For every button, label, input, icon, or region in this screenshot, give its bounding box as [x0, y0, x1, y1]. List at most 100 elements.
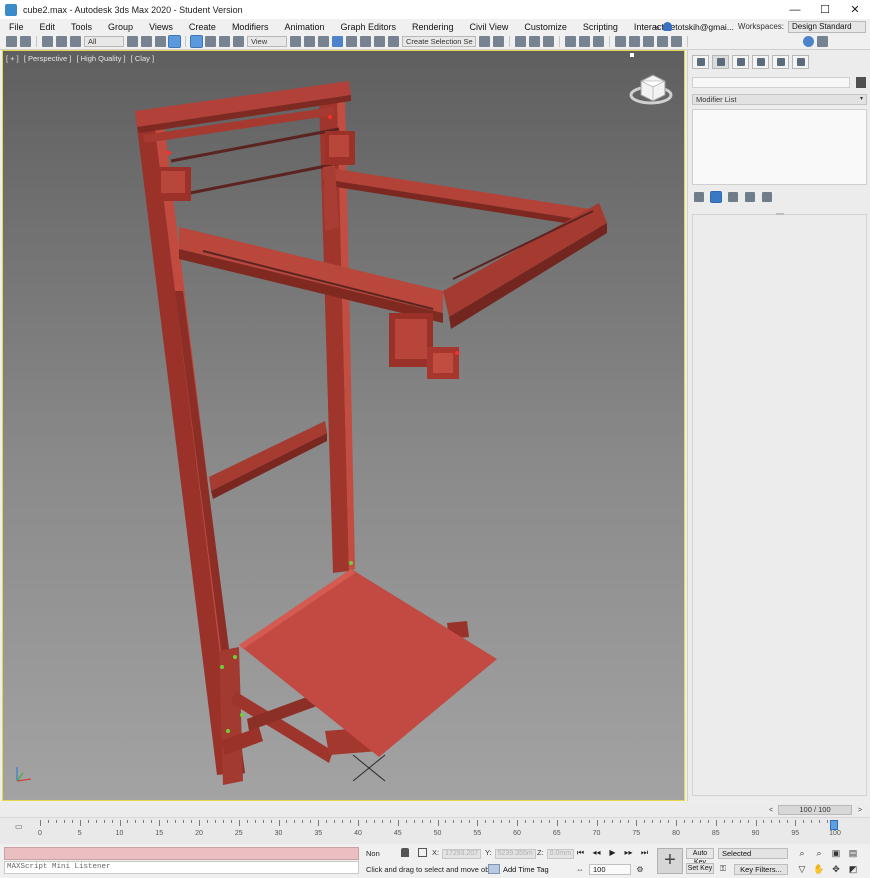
- maximize-viewport-icon[interactable]: ◩: [847, 864, 859, 875]
- pivot-center-icon[interactable]: [290, 36, 301, 47]
- pan-icon[interactable]: ✋: [813, 864, 825, 875]
- menu-customize[interactable]: Customize: [516, 22, 575, 32]
- render-iterative-icon[interactable]: [671, 36, 682, 47]
- zoom-extents-icon[interactable]: ▣: [830, 848, 842, 859]
- set-key-button[interactable]: Set Key: [686, 863, 714, 874]
- menu-graph-editors[interactable]: Graph Editors: [332, 22, 404, 32]
- current-frame-marker[interactable]: [830, 820, 838, 830]
- key-mode-icon[interactable]: ⇔: [575, 865, 585, 875]
- toolbar-extra-icon[interactable]: [817, 36, 828, 47]
- modifier-stack[interactable]: [692, 109, 867, 185]
- key-filter-icon[interactable]: ⚿: [720, 864, 730, 874]
- object-name-field[interactable]: [692, 77, 850, 88]
- time-slider-thumb[interactable]: 100 / 100: [778, 805, 852, 815]
- material-editor-icon[interactable]: [593, 36, 604, 47]
- tab-modify[interactable]: [712, 55, 729, 69]
- track-bar[interactable]: ▭ 0 5 10 15 20 25 30 35 40 45 50 55 60 65 70 75 80 85 90 95…: [0, 817, 870, 844]
- place-icon[interactable]: [233, 36, 244, 47]
- time-slider[interactable]: < 100 / 100 >: [0, 803, 870, 817]
- zoom-all-icon[interactable]: ⌕: [813, 848, 825, 859]
- track-ruler[interactable]: 0 5 10 15 20 25 30 35 40 45 50 55 60 65 70 75 80 85 90 95 10…: [38, 820, 841, 837]
- key-filters-button[interactable]: Key Filters...: [734, 864, 788, 875]
- tab-motion[interactable]: [752, 55, 769, 69]
- configure-modifier-sets-icon[interactable]: [762, 192, 772, 202]
- menu-rendering[interactable]: Rendering: [404, 22, 462, 32]
- rendered-frame-window-icon[interactable]: [629, 36, 640, 47]
- time-prev-button[interactable]: <: [766, 805, 776, 815]
- mirror-icon[interactable]: [479, 36, 490, 47]
- absolute-mode-icon[interactable]: [418, 848, 427, 857]
- autodesk-a360-icon[interactable]: [803, 36, 814, 47]
- zoom-extents-all-icon[interactable]: ▤: [847, 848, 859, 859]
- rectangular-selection-icon[interactable]: [155, 36, 166, 47]
- menu-edit[interactable]: Edit: [32, 22, 64, 32]
- user-account[interactable]: totskih@gmai...: [663, 22, 734, 32]
- lock-icon[interactable]: [401, 848, 409, 857]
- menu-scripting[interactable]: Scripting: [575, 22, 626, 32]
- previous-frame-icon[interactable]: ◂◂: [591, 848, 602, 858]
- ribbon-icon[interactable]: [543, 36, 554, 47]
- layer-explorer-icon[interactable]: [529, 36, 540, 47]
- object-color-swatch[interactable]: [856, 77, 866, 88]
- move-icon[interactable]: [190, 35, 203, 48]
- menu-modifiers[interactable]: Modifiers: [224, 22, 277, 32]
- menu-overflow-button[interactable]: »: [654, 22, 659, 32]
- perspective-viewport[interactable]: [ + ] [ Perspective ] [ High Quality ] […: [2, 50, 685, 801]
- remove-modifier-icon[interactable]: [745, 192, 755, 202]
- render-setup-icon[interactable]: [615, 36, 626, 47]
- maxscript-output[interactable]: [4, 847, 359, 860]
- align-icon[interactable]: [493, 36, 504, 47]
- workspace-select[interactable]: Design Standard: [788, 20, 866, 33]
- menu-group[interactable]: Group: [100, 22, 141, 32]
- scale-icon[interactable]: [219, 36, 230, 47]
- bind-space-warp-icon[interactable]: [70, 36, 81, 47]
- named-selection-select[interactable]: Create Selection Se: [402, 36, 476, 47]
- viewcube[interactable]: [629, 53, 673, 105]
- zoom-icon[interactable]: ⌕: [796, 848, 808, 859]
- x-field[interactable]: 17293.207: [442, 849, 482, 859]
- z-field[interactable]: 0.0mm: [546, 849, 575, 859]
- add-time-tag[interactable]: Add Time Tag: [488, 864, 549, 874]
- undo-icon[interactable]: [6, 36, 17, 47]
- time-configuration-icon[interactable]: ⚙: [635, 865, 645, 875]
- maxscript-listener[interactable]: MAXScript Mini Listener: [4, 861, 359, 874]
- auto-key-button[interactable]: Auto Key: [686, 848, 714, 866]
- tab-create[interactable]: [692, 55, 709, 69]
- tab-utilities[interactable]: [792, 55, 809, 69]
- menu-animation[interactable]: Animation: [276, 22, 332, 32]
- link-icon[interactable]: [42, 36, 53, 47]
- time-next-button[interactable]: >: [855, 805, 865, 815]
- tab-display[interactable]: [772, 55, 789, 69]
- rollout-grip[interactable]: [776, 213, 784, 215]
- percent-snap-icon[interactable]: [360, 36, 371, 47]
- render-production-icon[interactable]: [643, 36, 654, 47]
- angle-snap-icon[interactable]: [346, 36, 357, 47]
- orbit-icon[interactable]: ✥: [830, 864, 842, 875]
- rotate-icon[interactable]: [205, 36, 216, 47]
- close-button[interactable]: ✕: [840, 0, 870, 19]
- scene-explorer-icon[interactable]: [515, 36, 526, 47]
- go-to-end-icon[interactable]: ⏭: [639, 848, 650, 858]
- schematic-view-icon[interactable]: [579, 36, 590, 47]
- keyboard-shortcut-icon[interactable]: [318, 36, 329, 47]
- menu-file[interactable]: File: [0, 22, 32, 32]
- filter-icon[interactable]: ▭: [15, 822, 24, 831]
- play-icon[interactable]: ▶: [607, 848, 618, 858]
- set-keys-icon[interactable]: +: [657, 848, 683, 874]
- go-to-start-icon[interactable]: ⏮: [575, 848, 586, 858]
- spinner-snap-icon[interactable]: [374, 36, 385, 47]
- y-field[interactable]: 5239.355m: [494, 849, 536, 859]
- edit-named-selection-icon[interactable]: [388, 36, 399, 47]
- modifier-list-select[interactable]: Modifier List ▾: [692, 94, 867, 105]
- unlink-icon[interactable]: [56, 36, 67, 47]
- reference-coordinate-select[interactable]: View: [247, 36, 287, 47]
- render-cloud-icon[interactable]: [657, 36, 668, 47]
- field-of-view-icon[interactable]: ▽: [796, 864, 808, 875]
- manipulate-icon[interactable]: [304, 36, 315, 47]
- select-object-icon[interactable]: [127, 36, 138, 47]
- redo-icon[interactable]: [20, 36, 31, 47]
- menu-views[interactable]: Views: [141, 22, 181, 32]
- key-mode-select[interactable]: Selected: [718, 848, 788, 859]
- pin-stack-icon[interactable]: [694, 192, 704, 202]
- make-unique-icon[interactable]: [728, 192, 738, 202]
